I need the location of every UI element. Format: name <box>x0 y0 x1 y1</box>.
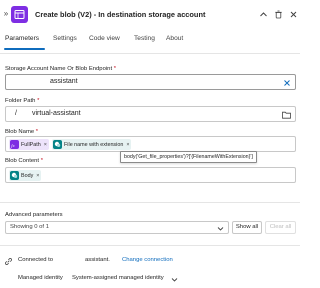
tab-testing[interactable]: Testing <box>134 35 155 42</box>
link-icon <box>5 258 12 265</box>
blob-content-label-text: Blob Content <box>5 158 40 164</box>
delete-icon[interactable] <box>272 8 284 20</box>
divider <box>0 245 300 246</box>
connected-to-label: Connected to <box>18 257 54 263</box>
tab-about[interactable]: About <box>166 35 183 42</box>
required-mark: * <box>40 158 43 164</box>
remove-token-icon[interactable]: × <box>36 173 39 179</box>
storage-account-select[interactable]: assistant <box>5 74 296 90</box>
collapse-panel-button[interactable]: » <box>2 9 10 19</box>
token-label: File name with extension <box>64 141 124 148</box>
chevron-down-icon <box>171 278 178 282</box>
tab-bar: Parameters Settings Code view Testing Ab… <box>0 35 300 51</box>
close-icon[interactable] <box>287 8 299 20</box>
page-title: Create blob (V2) - In destination storag… <box>35 10 206 19</box>
show-all-button[interactable]: Show all <box>232 221 262 234</box>
blob-content-label: Blob Content * <box>5 158 43 164</box>
advanced-parameters-value: Showing 0 of 1 <box>10 224 49 230</box>
blob-name-label: Blob Name * <box>5 129 38 135</box>
blob-action-icon <box>11 6 28 23</box>
svg-text:fx: fx <box>11 143 14 148</box>
clear-all-button[interactable]: Clear all <box>265 221 296 234</box>
fx-icon: fx <box>10 140 19 149</box>
required-mark: * <box>113 66 117 72</box>
remove-token-icon[interactable]: × <box>126 142 129 148</box>
required-mark: * <box>35 129 39 135</box>
storage-account-label-text: Storage Account Name Or Blob Endpoint <box>5 66 113 72</box>
blob-name-label-text: Blob Name <box>5 129 35 135</box>
expression-tooltip: body('Get_file_properties')?['{FilenameW… <box>120 151 257 163</box>
folder-path-prefix: / <box>15 110 17 117</box>
tab-code-view[interactable]: Code view <box>89 35 120 42</box>
clear-icon[interactable] <box>282 78 291 87</box>
managed-identity-select[interactable]: System-assigned managed identity <box>72 275 178 282</box>
filename-token[interactable]: File name with extension × <box>52 139 132 150</box>
managed-identity-value: System-assigned managed identity <box>72 275 164 281</box>
active-tab-indicator <box>4 48 45 50</box>
divider <box>0 202 300 203</box>
blob-content-input[interactable]: Body × <box>5 167 296 183</box>
advanced-parameters-label: Advanced parameters <box>5 212 63 218</box>
required-mark: * <box>37 98 40 104</box>
blob-name-input[interactable]: fx FullPath × File name with extension × <box>5 136 296 152</box>
storage-account-value: assistant <box>50 78 78 85</box>
body-token[interactable]: Body × <box>9 170 42 181</box>
tab-settings[interactable]: Settings <box>53 35 77 42</box>
chevron-up-icon[interactable] <box>257 8 269 20</box>
folder-path-input[interactable]: / virtual-assistant <box>5 106 296 122</box>
managed-identity-label: Managed identity <box>18 275 63 281</box>
chevron-down-icon <box>217 225 224 232</box>
folder-icon[interactable] <box>282 110 291 119</box>
token-label: Body <box>21 172 34 179</box>
folder-path-value: virtual-assistant <box>32 110 81 117</box>
remove-token-icon[interactable]: × <box>44 142 47 148</box>
advanced-parameters-dropdown[interactable]: Showing 0 of 1 <box>5 221 229 234</box>
sharepoint-icon <box>53 140 62 149</box>
tab-parameters[interactable]: Parameters <box>5 35 39 42</box>
token-label: FullPath <box>21 141 41 148</box>
fullpath-token[interactable]: fx FullPath × <box>9 139 49 150</box>
sharepoint-icon <box>10 171 19 180</box>
divider <box>0 53 300 54</box>
panel-header: » Create blob (V2) - In destination stor… <box>0 0 300 29</box>
storage-account-label: Storage Account Name Or Blob Endpoint * <box>5 66 116 72</box>
connection-name: assistant. <box>85 257 110 263</box>
change-connection-link[interactable]: Change connection <box>122 257 173 263</box>
folder-path-label: Folder Path * <box>5 98 39 104</box>
folder-path-label-text: Folder Path <box>5 98 36 104</box>
